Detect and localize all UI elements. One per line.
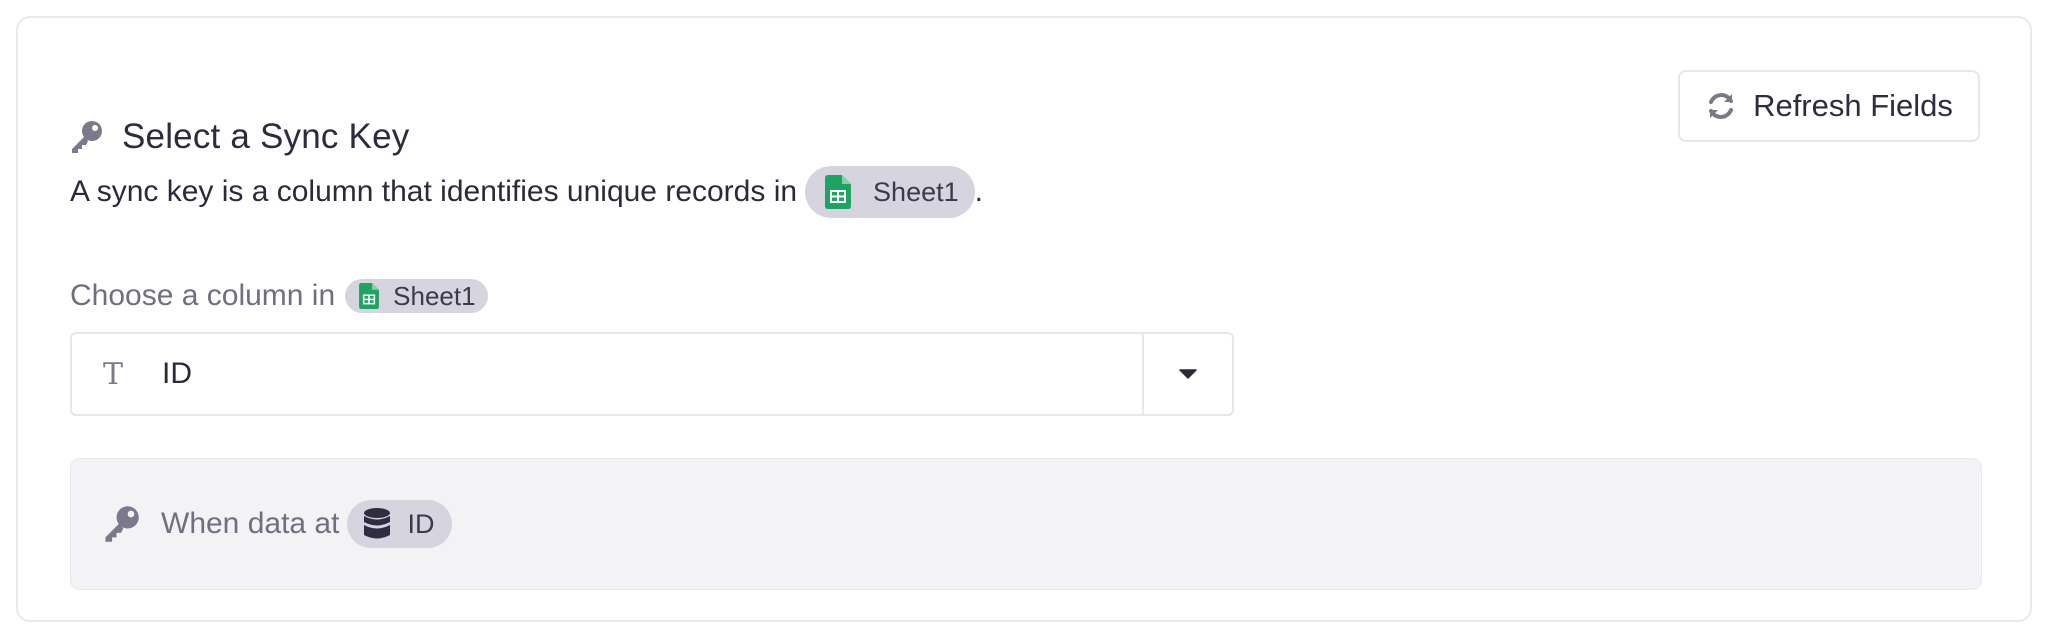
sheet-pill-small: Sheet1 bbox=[345, 279, 488, 313]
section-header: Select a Sync Key bbox=[68, 112, 409, 162]
column-picker-label: Choose a column in Sheet1 bbox=[70, 274, 488, 318]
key-icon bbox=[72, 121, 102, 153]
column-select-value-area[interactable]: T ID bbox=[72, 334, 1142, 414]
sync-key-info-box: When data at ID bbox=[70, 458, 1982, 590]
description-text: A sync key is a column that identifies u… bbox=[70, 175, 798, 208]
refresh-fields-button[interactable]: Refresh Fields bbox=[1678, 70, 1980, 142]
section-title: Select a Sync Key bbox=[122, 117, 410, 156]
text-type-icon: T bbox=[102, 356, 123, 392]
sheet-name: Sheet1 bbox=[873, 176, 959, 207]
choose-column-text: Choose a column in bbox=[70, 279, 336, 312]
refresh-fields-label: Refresh Fields bbox=[1753, 88, 1953, 123]
column-select-toggle[interactable] bbox=[1142, 334, 1232, 414]
key-icon bbox=[105, 506, 139, 542]
sheet-name-small: Sheet1 bbox=[393, 280, 476, 311]
google-sheets-icon bbox=[359, 283, 380, 309]
sync-key-description: A sync key is a column that identifies u… bbox=[70, 161, 983, 223]
info-text: When data at bbox=[161, 507, 340, 540]
sheet-pill: Sheet1 bbox=[805, 166, 975, 218]
selected-column-value: ID bbox=[162, 357, 192, 390]
column-select[interactable]: T ID bbox=[70, 332, 1234, 416]
sync-key-card: Select a Sync Key Refresh Fields A sync … bbox=[16, 16, 2032, 622]
field-pill: ID bbox=[347, 500, 453, 548]
refresh-icon bbox=[1709, 93, 1734, 119]
google-sheets-icon bbox=[825, 175, 852, 209]
field-name: ID bbox=[407, 508, 435, 539]
database-icon bbox=[364, 508, 391, 539]
caret-down-icon bbox=[1179, 369, 1197, 379]
description-period: . bbox=[974, 175, 983, 208]
